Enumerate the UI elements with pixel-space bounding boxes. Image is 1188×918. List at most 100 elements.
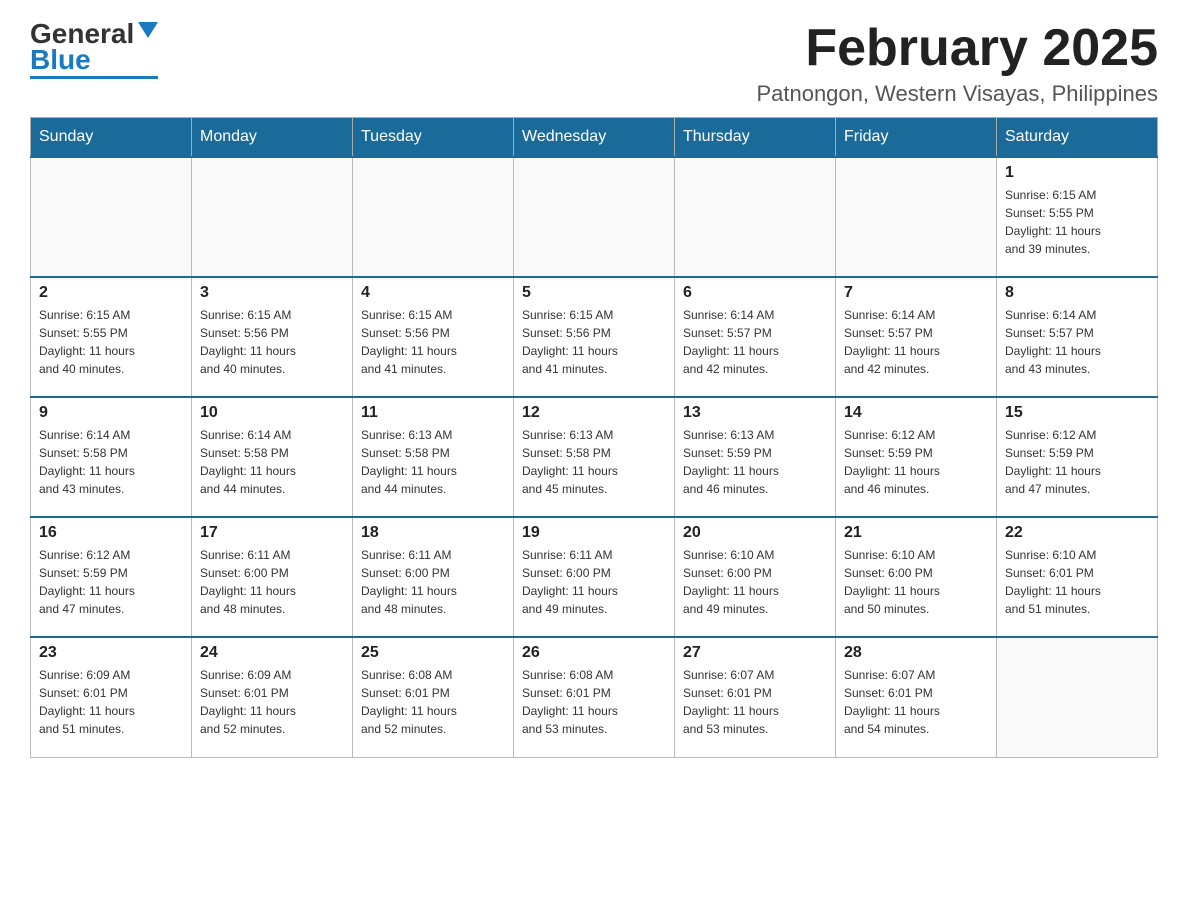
calendar-cell: 28 Sunrise: 6:07 AMSunset: 6:01 PMDayligh… <box>836 637 997 757</box>
day-number: 4 <box>361 284 505 302</box>
day-number: 21 <box>844 524 988 542</box>
calendar-header-row: Sunday Monday Tuesday Wednesday Thursday… <box>31 118 1158 158</box>
calendar-table: Sunday Monday Tuesday Wednesday Thursday… <box>30 117 1158 758</box>
day-number: 19 <box>522 524 666 542</box>
title-section: February 2025 Patnongon, Western Visayas… <box>756 20 1158 107</box>
day-info: Sunrise: 6:11 AMSunset: 6:00 PMDaylight:… <box>522 546 666 618</box>
calendar-cell <box>836 157 997 277</box>
calendar-cell: 16 Sunrise: 6:12 AMSunset: 5:59 PMDayligh… <box>31 517 192 637</box>
calendar-cell: 10Sunrise: 6:14 AMSunset: 5:58 PMDayligh… <box>192 397 353 517</box>
col-friday: Friday <box>836 118 997 158</box>
calendar-cell: 6 Sunrise: 6:14 AMSunset: 5:57 PMDaylight… <box>675 277 836 397</box>
day-info: Sunrise: 6:11 AMSunset: 6:00 PMDaylight:… <box>361 546 505 618</box>
day-info: Sunrise: 6:07 AMSunset: 6:01 PMDaylight:… <box>844 666 988 738</box>
day-number: 26 <box>522 644 666 662</box>
calendar-cell: 22 Sunrise: 6:10 AMSunset: 6:01 PMDayligh… <box>997 517 1158 637</box>
calendar-cell <box>31 157 192 277</box>
day-info: Sunrise: 6:15 AMSunset: 5:56 PMDaylight:… <box>522 306 666 378</box>
calendar-week-row-1: 1 Sunrise: 6:15 AMSunset: 5:55 PMDaylight… <box>31 157 1158 277</box>
day-info: Sunrise: 6:11 AMSunset: 6:00 PMDaylight:… <box>200 546 344 618</box>
calendar-cell: 18Sunrise: 6:11 AMSunset: 6:00 PMDayligh… <box>353 517 514 637</box>
day-info: Sunrise: 6:14 AMSunset: 5:57 PMDaylight:… <box>683 306 827 378</box>
calendar-week-row-2: 2 Sunrise: 6:15 AMSunset: 5:55 PMDaylight… <box>31 277 1158 397</box>
day-info: Sunrise: 6:09 AMSunset: 6:01 PMDaylight:… <box>39 666 183 738</box>
day-info: Sunrise: 6:12 AMSunset: 5:59 PMDaylight:… <box>1005 426 1149 498</box>
day-number: 5 <box>522 284 666 302</box>
day-info: Sunrise: 6:15 AMSunset: 5:55 PMDaylight:… <box>39 306 183 378</box>
calendar-cell: 24Sunrise: 6:09 AMSunset: 6:01 PMDayligh… <box>192 637 353 757</box>
calendar-cell: 23 Sunrise: 6:09 AMSunset: 6:01 PMDayligh… <box>31 637 192 757</box>
day-info: Sunrise: 6:13 AMSunset: 5:58 PMDaylight:… <box>361 426 505 498</box>
logo-blue: Blue <box>30 46 91 74</box>
calendar-cell: 3Sunrise: 6:15 AMSunset: 5:56 PMDaylight… <box>192 277 353 397</box>
day-number: 3 <box>200 284 344 302</box>
calendar-cell: 7Sunrise: 6:14 AMSunset: 5:57 PMDaylight… <box>836 277 997 397</box>
calendar-cell: 2 Sunrise: 6:15 AMSunset: 5:55 PMDaylight… <box>31 277 192 397</box>
day-info: Sunrise: 6:07 AMSunset: 6:01 PMDaylight:… <box>683 666 827 738</box>
day-info: Sunrise: 6:08 AMSunset: 6:01 PMDaylight:… <box>361 666 505 738</box>
day-number: 28 <box>844 644 988 662</box>
page-header: General Blue February 2025 Patnongon, We… <box>30 20 1158 107</box>
day-number: 25 <box>361 644 505 662</box>
calendar-cell: 15 Sunrise: 6:12 AMSunset: 5:59 PMDayligh… <box>997 397 1158 517</box>
day-number: 16 <box>39 524 183 542</box>
day-number: 2 <box>39 284 183 302</box>
day-info: Sunrise: 6:15 AMSunset: 5:55 PMDaylight:… <box>1005 186 1149 258</box>
logo-underline <box>30 76 158 79</box>
day-number: 23 <box>39 644 183 662</box>
day-number: 14 <box>844 404 988 422</box>
day-info: Sunrise: 6:08 AMSunset: 6:01 PMDaylight:… <box>522 666 666 738</box>
day-number: 1 <box>1005 164 1149 182</box>
calendar-cell: 21 Sunrise: 6:10 AMSunset: 6:00 PMDayligh… <box>836 517 997 637</box>
day-number: 22 <box>1005 524 1149 542</box>
calendar-week-row-4: 16 Sunrise: 6:12 AMSunset: 5:59 PMDayligh… <box>31 517 1158 637</box>
col-monday: Monday <box>192 118 353 158</box>
calendar-cell: 27 Sunrise: 6:07 AMSunset: 6:01 PMDayligh… <box>675 637 836 757</box>
calendar-cell: 14 Sunrise: 6:12 AMSunset: 5:59 PMDayligh… <box>836 397 997 517</box>
calendar-cell: 19 Sunrise: 6:11 AMSunset: 6:00 PMDayligh… <box>514 517 675 637</box>
calendar-cell: 12Sunrise: 6:13 AMSunset: 5:58 PMDayligh… <box>514 397 675 517</box>
calendar-cell: 17 Sunrise: 6:11 AMSunset: 6:00 PMDayligh… <box>192 517 353 637</box>
day-number: 6 <box>683 284 827 302</box>
day-info: Sunrise: 6:10 AMSunset: 6:01 PMDaylight:… <box>1005 546 1149 618</box>
calendar-cell: 13 Sunrise: 6:13 AMSunset: 5:59 PMDayligh… <box>675 397 836 517</box>
location-title: Patnongon, Western Visayas, Philippines <box>756 81 1158 107</box>
col-sunday: Sunday <box>31 118 192 158</box>
calendar-cell: 25 Sunrise: 6:08 AMSunset: 6:01 PMDayligh… <box>353 637 514 757</box>
day-number: 10 <box>200 404 344 422</box>
day-info: Sunrise: 6:10 AMSunset: 6:00 PMDaylight:… <box>844 546 988 618</box>
day-number: 20 <box>683 524 827 542</box>
month-title: February 2025 <box>756 20 1158 77</box>
calendar-week-row-3: 9 Sunrise: 6:14 AMSunset: 5:58 PMDaylight… <box>31 397 1158 517</box>
day-info: Sunrise: 6:14 AMSunset: 5:58 PMDaylight:… <box>39 426 183 498</box>
day-number: 15 <box>1005 404 1149 422</box>
calendar-cell <box>353 157 514 277</box>
calendar-cell: 26 Sunrise: 6:08 AMSunset: 6:01 PMDayligh… <box>514 637 675 757</box>
day-info: Sunrise: 6:09 AMSunset: 6:01 PMDaylight:… <box>200 666 344 738</box>
calendar-week-row-5: 23 Sunrise: 6:09 AMSunset: 6:01 PMDayligh… <box>31 637 1158 757</box>
logo-triangle-icon <box>138 22 158 38</box>
day-number: 7 <box>844 284 988 302</box>
calendar-cell: 8Sunrise: 6:14 AMSunset: 5:57 PMDaylight… <box>997 277 1158 397</box>
calendar-cell <box>997 637 1158 757</box>
day-info: Sunrise: 6:12 AMSunset: 5:59 PMDaylight:… <box>39 546 183 618</box>
col-saturday: Saturday <box>997 118 1158 158</box>
day-info: Sunrise: 6:12 AMSunset: 5:59 PMDaylight:… <box>844 426 988 498</box>
day-info: Sunrise: 6:10 AMSunset: 6:00 PMDaylight:… <box>683 546 827 618</box>
calendar-cell: 11Sunrise: 6:13 AMSunset: 5:58 PMDayligh… <box>353 397 514 517</box>
day-number: 27 <box>683 644 827 662</box>
day-info: Sunrise: 6:13 AMSunset: 5:59 PMDaylight:… <box>683 426 827 498</box>
col-tuesday: Tuesday <box>353 118 514 158</box>
calendar-cell <box>675 157 836 277</box>
day-number: 13 <box>683 404 827 422</box>
calendar-cell: 1 Sunrise: 6:15 AMSunset: 5:55 PMDaylight… <box>997 157 1158 277</box>
calendar-cell: 4Sunrise: 6:15 AMSunset: 5:56 PMDaylight… <box>353 277 514 397</box>
day-number: 17 <box>200 524 344 542</box>
logo: General Blue <box>30 20 158 79</box>
calendar-cell <box>514 157 675 277</box>
col-wednesday: Wednesday <box>514 118 675 158</box>
day-info: Sunrise: 6:13 AMSunset: 5:58 PMDaylight:… <box>522 426 666 498</box>
calendar-cell: 9 Sunrise: 6:14 AMSunset: 5:58 PMDaylight… <box>31 397 192 517</box>
col-thursday: Thursday <box>675 118 836 158</box>
day-number: 9 <box>39 404 183 422</box>
